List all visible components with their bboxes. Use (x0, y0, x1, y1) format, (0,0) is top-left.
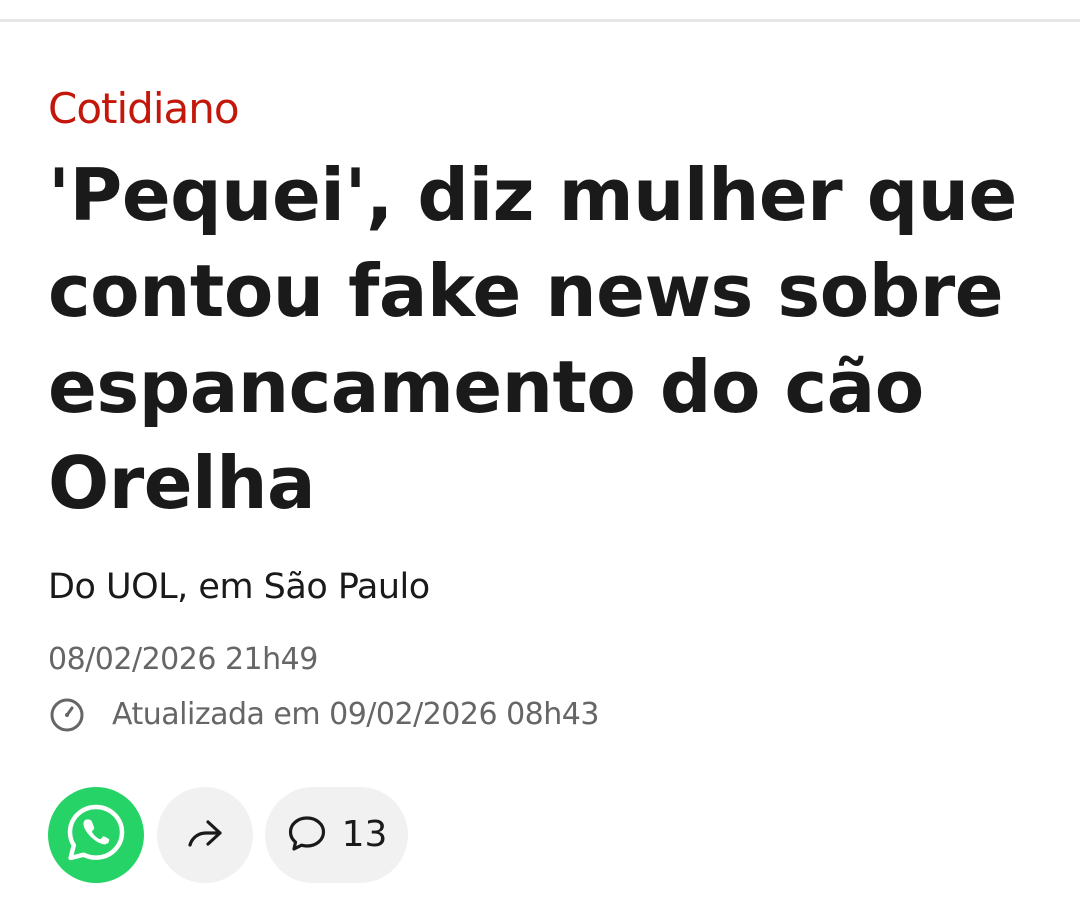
whatsapp-share-button[interactable] (48, 787, 144, 883)
action-bar: 13 (48, 787, 408, 883)
headline-line: espancamento do cão (48, 345, 924, 429)
comment-count: 13 (341, 814, 388, 855)
headline-line: 'Pequei', diz mulher que (48, 153, 1017, 237)
byline: Do UOL, em São Paulo (48, 567, 430, 607)
whatsapp-icon (65, 802, 127, 868)
share-arrow-icon (184, 812, 226, 858)
updated-date: Atualizada em 09/02/2026 08h43 (112, 697, 599, 732)
category-link[interactable]: Cotidiano (48, 84, 240, 134)
article-page: Cotidiano 'Pequei', diz mulher que conto… (0, 0, 1080, 906)
headline-line: Orelha (48, 441, 316, 525)
clock-icon (48, 696, 86, 734)
top-divider (0, 19, 1080, 22)
headline-line: contou fake news sobre (48, 249, 1004, 333)
share-button[interactable] (157, 787, 253, 883)
updated-row: Atualizada em 09/02/2026 08h43 (48, 694, 599, 736)
comments-button[interactable]: 13 (265, 787, 408, 883)
published-date: 08/02/2026 21h49 (48, 642, 318, 677)
article-headline: 'Pequei', diz mulher que contou fake new… (48, 147, 1058, 531)
comment-bubble-icon (286, 812, 328, 858)
